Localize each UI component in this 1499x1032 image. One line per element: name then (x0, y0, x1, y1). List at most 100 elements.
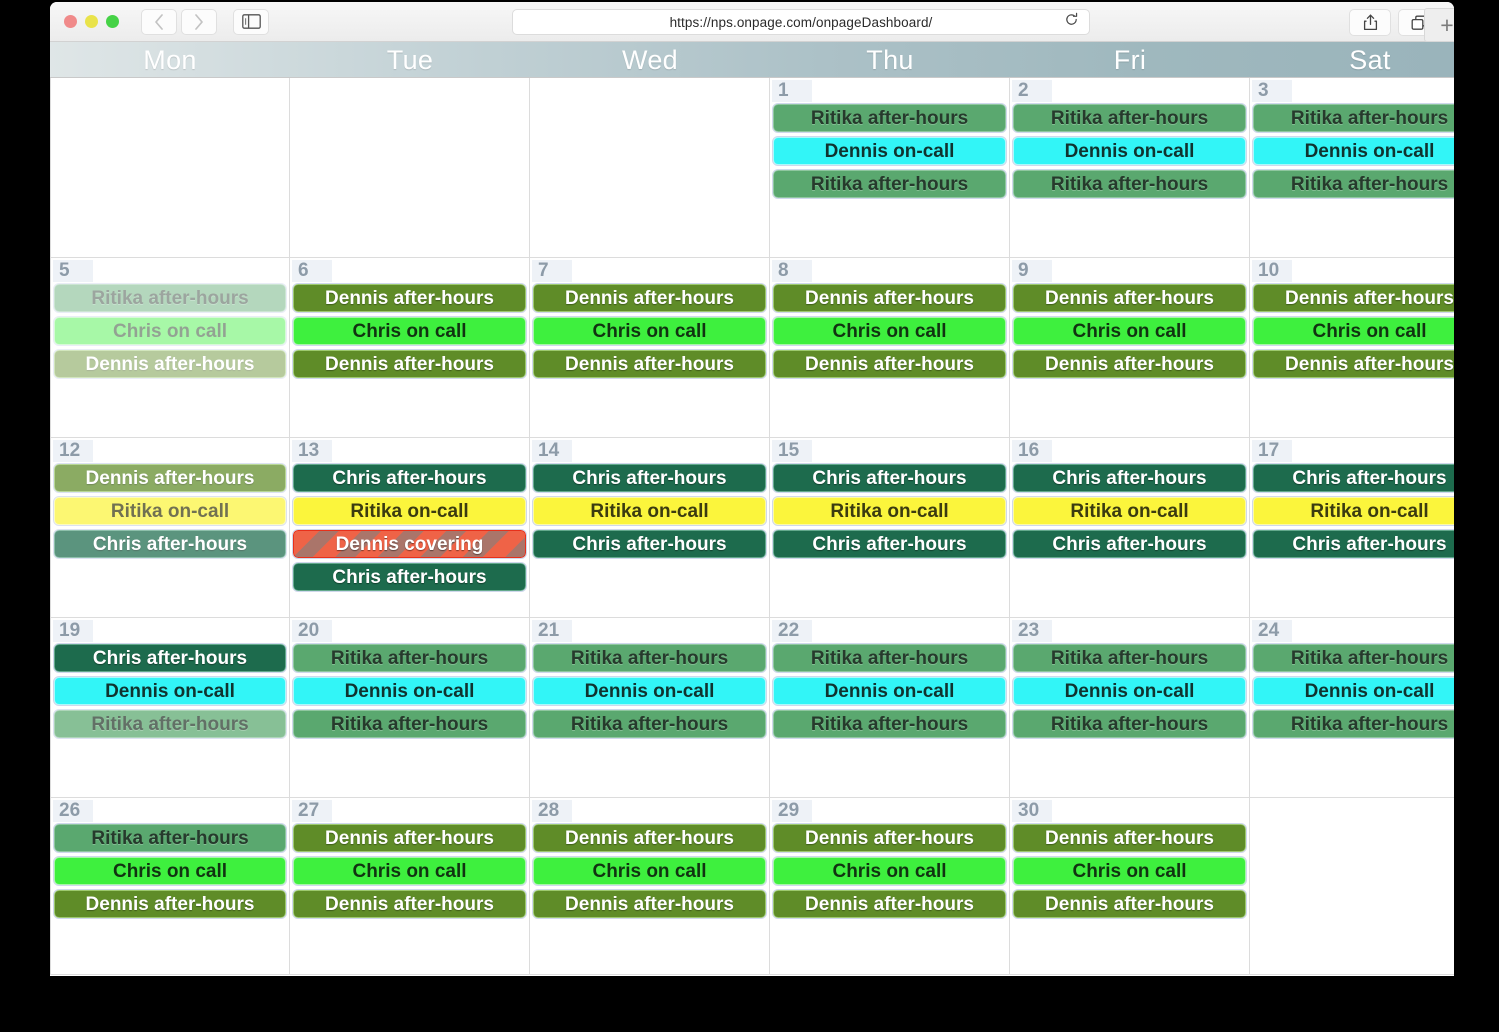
calendar-event[interactable]: Dennis after-hours (1012, 823, 1247, 853)
url-field[interactable]: https://nps.onpage.com/onpageDashboard/ (512, 9, 1090, 35)
calendar-day-cell[interactable]: 30 Dennis after-hours Chris on call Dennis … (1010, 798, 1250, 974)
calendar-event[interactable]: Chris on call (1012, 856, 1247, 886)
calendar-day-cell[interactable]: 13 Chris after-hours Ritika on-call Dennis … (290, 438, 530, 617)
sidebar-toggle-button[interactable] (233, 8, 269, 35)
calendar-day-cell[interactable]: 17 Chris after-hours Ritika on-call Chris a… (1250, 438, 1454, 617)
calendar-event[interactable]: Dennis after-hours (53, 463, 287, 493)
calendar-day-cell-empty[interactable] (50, 78, 290, 257)
calendar-event[interactable]: Dennis on-call (1012, 676, 1247, 706)
calendar-event[interactable]: Chris on call (53, 316, 287, 346)
calendar-event[interactable]: Ritika after-hours (53, 709, 287, 739)
calendar-event[interactable]: Chris on call (532, 856, 767, 886)
calendar-event[interactable]: Ritika after-hours (1252, 643, 1454, 673)
calendar-event[interactable]: Ritika after-hours (772, 709, 1007, 739)
calendar-day-cell[interactable]: 22 Ritika after-hours Dennis on-call Ritika… (770, 618, 1010, 797)
calendar-day-cell[interactable]: 16 Chris after-hours Ritika on-call Chris a… (1010, 438, 1250, 617)
calendar-event[interactable]: Chris after-hours (292, 463, 527, 493)
calendar-event[interactable]: Ritika after-hours (1012, 643, 1247, 673)
calendar-event[interactable]: Chris on call (1012, 316, 1247, 346)
calendar-event[interactable]: Ritika after-hours (772, 643, 1007, 673)
calendar-event[interactable]: Dennis after-hours (772, 349, 1007, 379)
calendar-event[interactable]: Chris on call (772, 856, 1007, 886)
calendar-event[interactable]: Chris on call (53, 856, 287, 886)
calendar-event[interactable]: Chris on call (532, 316, 767, 346)
address-bar[interactable]: https://nps.onpage.com/onpageDashboard/ (512, 9, 1090, 35)
calendar-event[interactable]: Ritika on-call (1252, 496, 1454, 526)
calendar-event[interactable]: Dennis after-hours (292, 823, 527, 853)
calendar-event[interactable]: Ritika after-hours (1252, 709, 1454, 739)
calendar-day-cell[interactable]: 5 Ritika after-hours Chris on call Dennis a… (50, 258, 290, 437)
calendar-event[interactable]: Ritika after-hours (532, 709, 767, 739)
calendar-event[interactable]: Dennis after-hours (292, 283, 527, 313)
calendar-event[interactable]: Ritika after-hours (1012, 169, 1247, 199)
calendar-event[interactable]: Chris after-hours (292, 562, 527, 592)
calendar-event[interactable]: Dennis after-hours (772, 283, 1007, 313)
calendar-day-cell[interactable]: 15 Chris after-hours Ritika on-call Chris a… (770, 438, 1010, 617)
calendar-event[interactable]: Ritika after-hours (1252, 169, 1454, 199)
calendar-event[interactable]: Dennis after-hours (772, 823, 1007, 853)
calendar-event[interactable]: Dennis after-hours (1012, 889, 1247, 919)
calendar-day-cell[interactable]: 12 Dennis after-hours Ritika on-call Chris … (50, 438, 290, 617)
calendar-event[interactable]: Dennis on-call (1012, 136, 1247, 166)
calendar-event[interactable]: Dennis after-hours (532, 889, 767, 919)
calendar-event[interactable]: Ritika after-hours (53, 283, 287, 313)
calendar-event[interactable]: Dennis after-hours (532, 283, 767, 313)
calendar-event[interactable]: Dennis after-hours (53, 349, 287, 379)
calendar-event[interactable]: Dennis on-call (1252, 676, 1454, 706)
calendar-day-cell-empty[interactable] (290, 78, 530, 257)
calendar-day-cell[interactable]: 6 Dennis after-hours Chris on call Dennis a… (290, 258, 530, 437)
calendar-day-cell[interactable]: 21 Ritika after-hours Dennis on-call Ritika… (530, 618, 770, 797)
calendar-event[interactable]: Ritika after-hours (1252, 103, 1454, 133)
minimize-window-button[interactable] (85, 15, 98, 28)
calendar-event[interactable]: Ritika after-hours (1012, 103, 1247, 133)
calendar-day-cell[interactable]: 27 Dennis after-hours Chris on call Dennis … (290, 798, 530, 974)
calendar-day-cell[interactable]: 28 Dennis after-hours Chris on call Dennis … (530, 798, 770, 974)
share-button[interactable] (1349, 9, 1391, 36)
calendar-day-cell[interactable]: 9 Dennis after-hours Chris on call Dennis a… (1010, 258, 1250, 437)
calendar-event[interactable]: Dennis after-hours (532, 823, 767, 853)
forward-button[interactable] (181, 8, 217, 35)
calendar-event[interactable]: Dennis on-call (772, 136, 1007, 166)
calendar-event[interactable]: Ritika after-hours (772, 169, 1007, 199)
calendar-day-cell-empty[interactable] (1250, 798, 1454, 974)
calendar-day-cell[interactable]: 24 Ritika after-hours Dennis on-call Ritika… (1250, 618, 1454, 797)
back-button[interactable] (141, 8, 177, 35)
calendar-day-cell[interactable]: 1 Ritika after-hours Dennis on-call Ritika … (770, 78, 1010, 257)
calendar-event[interactable]: Ritika after-hours (1012, 709, 1247, 739)
calendar-event[interactable]: Dennis on-call (772, 676, 1007, 706)
calendar-event[interactable]: Ritika on-call (1012, 496, 1247, 526)
calendar-day-cell[interactable]: 10 Dennis after-hours Chris on call Dennis … (1250, 258, 1454, 437)
calendar-event[interactable]: Ritika after-hours (292, 709, 527, 739)
calendar-event[interactable]: Chris after-hours (772, 529, 1007, 559)
zoom-window-button[interactable] (106, 15, 119, 28)
calendar-event[interactable]: Chris on call (292, 316, 527, 346)
calendar-event[interactable]: Ritika after-hours (292, 643, 527, 673)
calendar-event[interactable]: Ritika on-call (532, 496, 767, 526)
calendar-day-cell[interactable]: 23 Ritika after-hours Dennis on-call Ritika… (1010, 618, 1250, 797)
calendar-day-cell[interactable]: 20 Ritika after-hours Dennis on-call Ritika… (290, 618, 530, 797)
calendar-event[interactable]: Ritika after-hours (53, 823, 287, 853)
calendar-event[interactable]: Ritika on-call (292, 496, 527, 526)
calendar-day-cell[interactable]: 7 Dennis after-hours Chris on call Dennis a… (530, 258, 770, 437)
calendar-day-cell[interactable]: 14 Chris after-hours Ritika on-call Chris a… (530, 438, 770, 617)
calendar-event[interactable]: Chris after-hours (532, 529, 767, 559)
calendar-event[interactable]: Dennis on-call (53, 676, 287, 706)
calendar-event[interactable]: Ritika on-call (772, 496, 1007, 526)
close-window-button[interactable] (64, 15, 77, 28)
calendar-event[interactable]: Ritika after-hours (532, 643, 767, 673)
calendar-event[interactable]: Chris on call (292, 856, 527, 886)
calendar-event[interactable]: Dennis on-call (292, 676, 527, 706)
calendar-event[interactable]: Chris after-hours (53, 643, 287, 673)
calendar-event[interactable]: Chris on call (1252, 316, 1454, 346)
calendar-event[interactable]: Dennis after-hours (1012, 283, 1247, 313)
calendar-event[interactable]: Dennis after-hours (532, 349, 767, 379)
calendar-day-cell-empty[interactable] (530, 78, 770, 257)
calendar-event[interactable]: Dennis after-hours (292, 889, 527, 919)
calendar-event[interactable]: Chris after-hours (1252, 529, 1454, 559)
calendar-event[interactable]: Dennis covering (292, 529, 527, 559)
calendar-event[interactable]: Dennis on-call (1252, 136, 1454, 166)
calendar-event[interactable]: Chris on call (772, 316, 1007, 346)
calendar-event[interactable]: Chris after-hours (532, 463, 767, 493)
calendar-event[interactable]: Chris after-hours (772, 463, 1007, 493)
new-tab-button[interactable]: + (1424, 8, 1454, 42)
